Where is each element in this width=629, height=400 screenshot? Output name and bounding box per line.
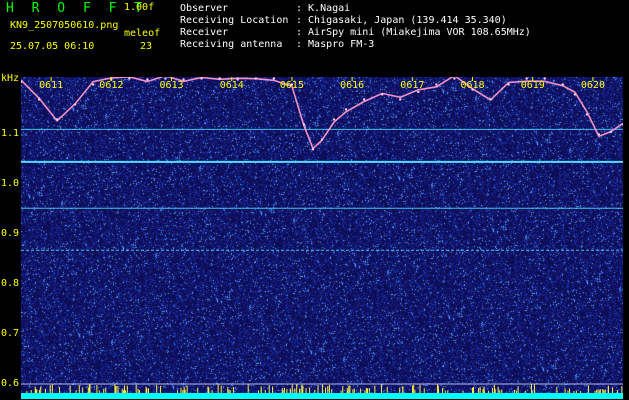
trace-point <box>344 108 348 111</box>
trace-point <box>73 103 77 106</box>
trace-point <box>146 78 149 81</box>
time-tick-label: 0615 <box>279 80 304 91</box>
trace-point <box>489 98 492 101</box>
station-label: meleof <box>124 28 161 39</box>
observer-value: : K.Nagai <box>296 3 351 14</box>
y-tick-label: 0.9 <box>1 228 20 240</box>
trace-point <box>585 113 589 116</box>
trace-point <box>417 90 420 94</box>
trace-point <box>37 98 41 101</box>
time-tick-label: 0614 <box>219 80 244 91</box>
trace-point <box>254 77 257 80</box>
trace-point <box>561 83 564 86</box>
trace-point <box>609 130 613 134</box>
time-tick-label: 0611 <box>39 80 64 91</box>
y-tick-label: 0.8 <box>1 278 20 290</box>
trace-point <box>128 77 131 80</box>
trace-point <box>573 93 577 96</box>
time-tick-label: 0617 <box>400 80 425 91</box>
trace-point <box>507 83 510 86</box>
antenna-value: : Maspro FM-3 <box>296 39 375 50</box>
time-tick-label: 0612 <box>99 80 124 91</box>
y-tick-label: 1.1 <box>1 128 20 140</box>
trace-point <box>597 133 601 136</box>
trace-point <box>332 118 336 121</box>
time-tick-label: 0620 <box>580 80 605 91</box>
noise-floor-band <box>21 393 623 399</box>
version-label: 1.00f <box>124 2 155 13</box>
time-tick-label: 0616 <box>340 80 365 91</box>
receiver-value: : AirSpy mini (Miakejima VOR 108.65MHz) <box>296 27 531 38</box>
y-tick-label: 0.6 <box>1 378 20 390</box>
y-axis-unit-label: kHz <box>1 73 20 84</box>
filename-label: KN9_2507050610.png <box>10 20 119 31</box>
info-header: H R O F F T 1.00f KN9_2507050610.png mel… <box>0 0 629 76</box>
y-tick-label: 1.0 <box>1 178 20 190</box>
location-label: Receiving Location <box>180 15 289 26</box>
trace-point <box>272 77 276 80</box>
time-tick-label: 0619 <box>520 80 545 91</box>
trace-point <box>362 98 366 101</box>
trace-point <box>453 77 456 80</box>
y-tick-label: 0.7 <box>1 328 20 340</box>
antenna-label: Receiving antenna <box>180 39 283 50</box>
datetime-label: 25.07.05 06:10 <box>10 41 95 52</box>
trace-point <box>381 93 384 96</box>
count-label: 23 <box>140 41 153 52</box>
time-tick-label: 0613 <box>159 80 184 91</box>
trace-point <box>200 77 203 80</box>
time-tick-label: 0618 <box>460 80 485 91</box>
observer-label: Observer <box>180 3 229 14</box>
location-value: : Chigasaki, Japan (139.414 35.340) <box>296 15 507 26</box>
trace-point <box>302 123 306 126</box>
trace-point <box>311 148 315 151</box>
receiver-label: Receiver <box>180 27 229 38</box>
trace-point <box>55 118 59 121</box>
spectrogram <box>21 77 623 399</box>
trace-point <box>92 83 95 86</box>
trace-point <box>320 138 324 141</box>
spectrogram-overlay <box>21 77 623 399</box>
trace-point <box>399 98 402 101</box>
trace-point <box>435 83 438 86</box>
